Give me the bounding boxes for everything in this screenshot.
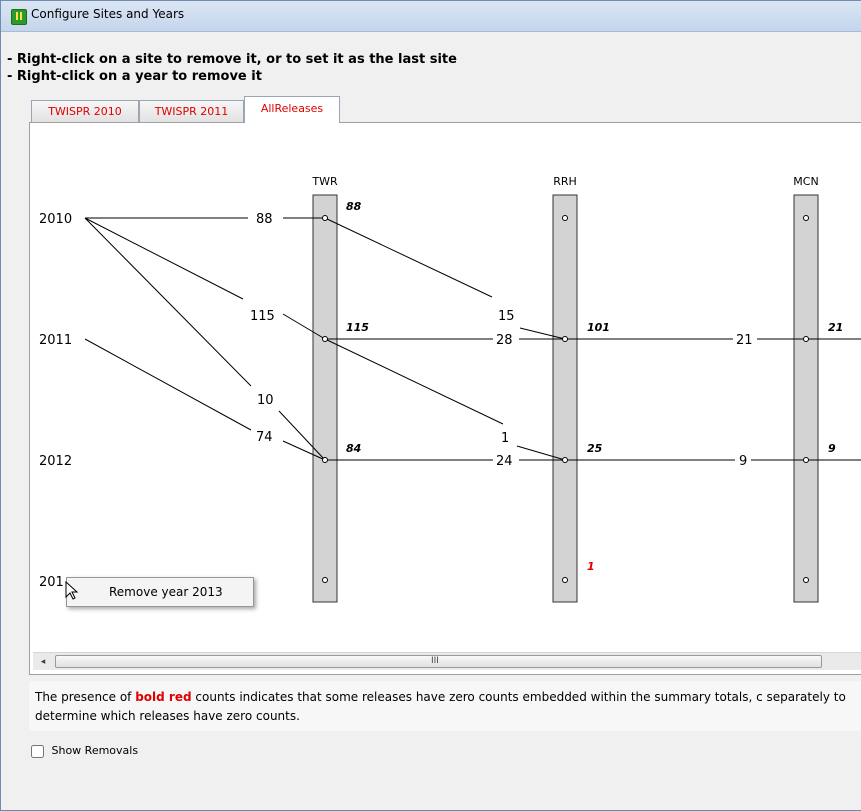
node-total-mcn-2012: 9 [828,442,836,455]
scroll-thumb[interactable]: III [55,655,822,668]
app-icon [11,9,27,25]
node-mcn-2011[interactable] [803,336,809,342]
node-total-mcn-2011: 21 [828,321,843,334]
description-text: The presence of bold red counts indicate… [35,688,861,726]
node-rrh-2013[interactable] [562,577,568,583]
tab-allreleases[interactable]: AllReleases [244,96,340,123]
count-label: 24 [496,454,513,469]
node-total-twr-2012: 84 [346,442,361,455]
node-mcn-2010[interactable] [803,215,809,221]
count-label: 10 [257,393,274,408]
count-label: 88 [256,212,273,227]
node-total-rrh-2011: 101 [587,321,610,334]
site-label-rrh[interactable]: RRH [553,175,577,188]
year-label-2012[interactable]: 2012 [39,454,72,469]
tab-twispr-2010[interactable]: TWISPR 2010 [31,100,139,122]
scroll-left-arrow-icon[interactable]: ◂ [35,655,51,669]
count-label: 28 [496,333,513,348]
title-bar: Configure Sites and Years [1,1,861,32]
year-label-2011[interactable]: 2011 [39,333,72,348]
edge-2011-twr-2012 [84,338,326,461]
node-twr-2010[interactable] [322,215,328,221]
count-label: 15 [498,309,515,324]
site-label-twr[interactable]: TWR [311,175,338,188]
configure-sites-window: Configure Sites and Years - Right-click … [0,0,861,811]
year-label-2010[interactable]: 2010 [39,212,72,227]
release-diagram: TWR RRH MCN 2010 2011 2012 201 88 115 10… [33,124,861,652]
site-bar-rrh[interactable] [552,194,578,603]
horizontal-scrollbar[interactable]: ◂ III [33,652,861,670]
node-mcn-2013[interactable] [803,577,809,583]
instruction-remove-site: - Right-click on a site to remove it, or… [7,52,457,67]
node-twr-2011[interactable] [322,336,328,342]
tab-twispr-2011[interactable]: TWISPR 2011 [139,100,244,122]
site-bar-mcn[interactable] [793,194,819,603]
node-twr-2012[interactable] [322,457,328,463]
edge-2010-twr-2011 [84,217,326,340]
node-twr-2013[interactable] [322,577,328,583]
scroll-grip-icon: III [431,656,439,666]
site-bar-twr[interactable] [312,194,338,603]
context-menu: Remove year 2013 [66,577,254,607]
show-removals-label: Show Removals [51,744,139,757]
instruction-remove-year: - Right-click on a year to remove it [7,69,262,84]
node-rrh-2010[interactable] [562,215,568,221]
mouse-cursor-icon [65,581,79,600]
count-label: 21 [736,333,753,348]
edge-2010-twr-2012-a [84,217,326,461]
menu-item-remove-year[interactable]: Remove year 2013 [109,585,223,599]
node-mcn-2012[interactable] [803,457,809,463]
node-total-twr-2011: 115 [346,321,369,334]
description-highlight: bold red [135,690,192,704]
node-total-twr-2010: 88 [346,200,362,213]
node-total-rrh-2013: 1 [587,560,595,573]
count-label: 9 [739,454,747,469]
node-rrh-2011[interactable] [562,336,568,342]
node-total-rrh-2012: 25 [587,442,603,455]
show-removals-checkbox[interactable]: Show Removals [31,744,138,758]
year-label-2013[interactable]: 201 [39,575,64,590]
node-rrh-2012[interactable] [562,457,568,463]
count-label: 115 [250,309,275,324]
show-removals-box[interactable] [31,744,44,758]
description-prefix: The presence of [35,690,136,704]
window-title: Configure Sites and Years [31,7,185,21]
count-label: 1 [501,431,509,446]
site-label-mcn[interactable]: MCN [793,175,818,188]
count-label: 74 [256,430,273,445]
